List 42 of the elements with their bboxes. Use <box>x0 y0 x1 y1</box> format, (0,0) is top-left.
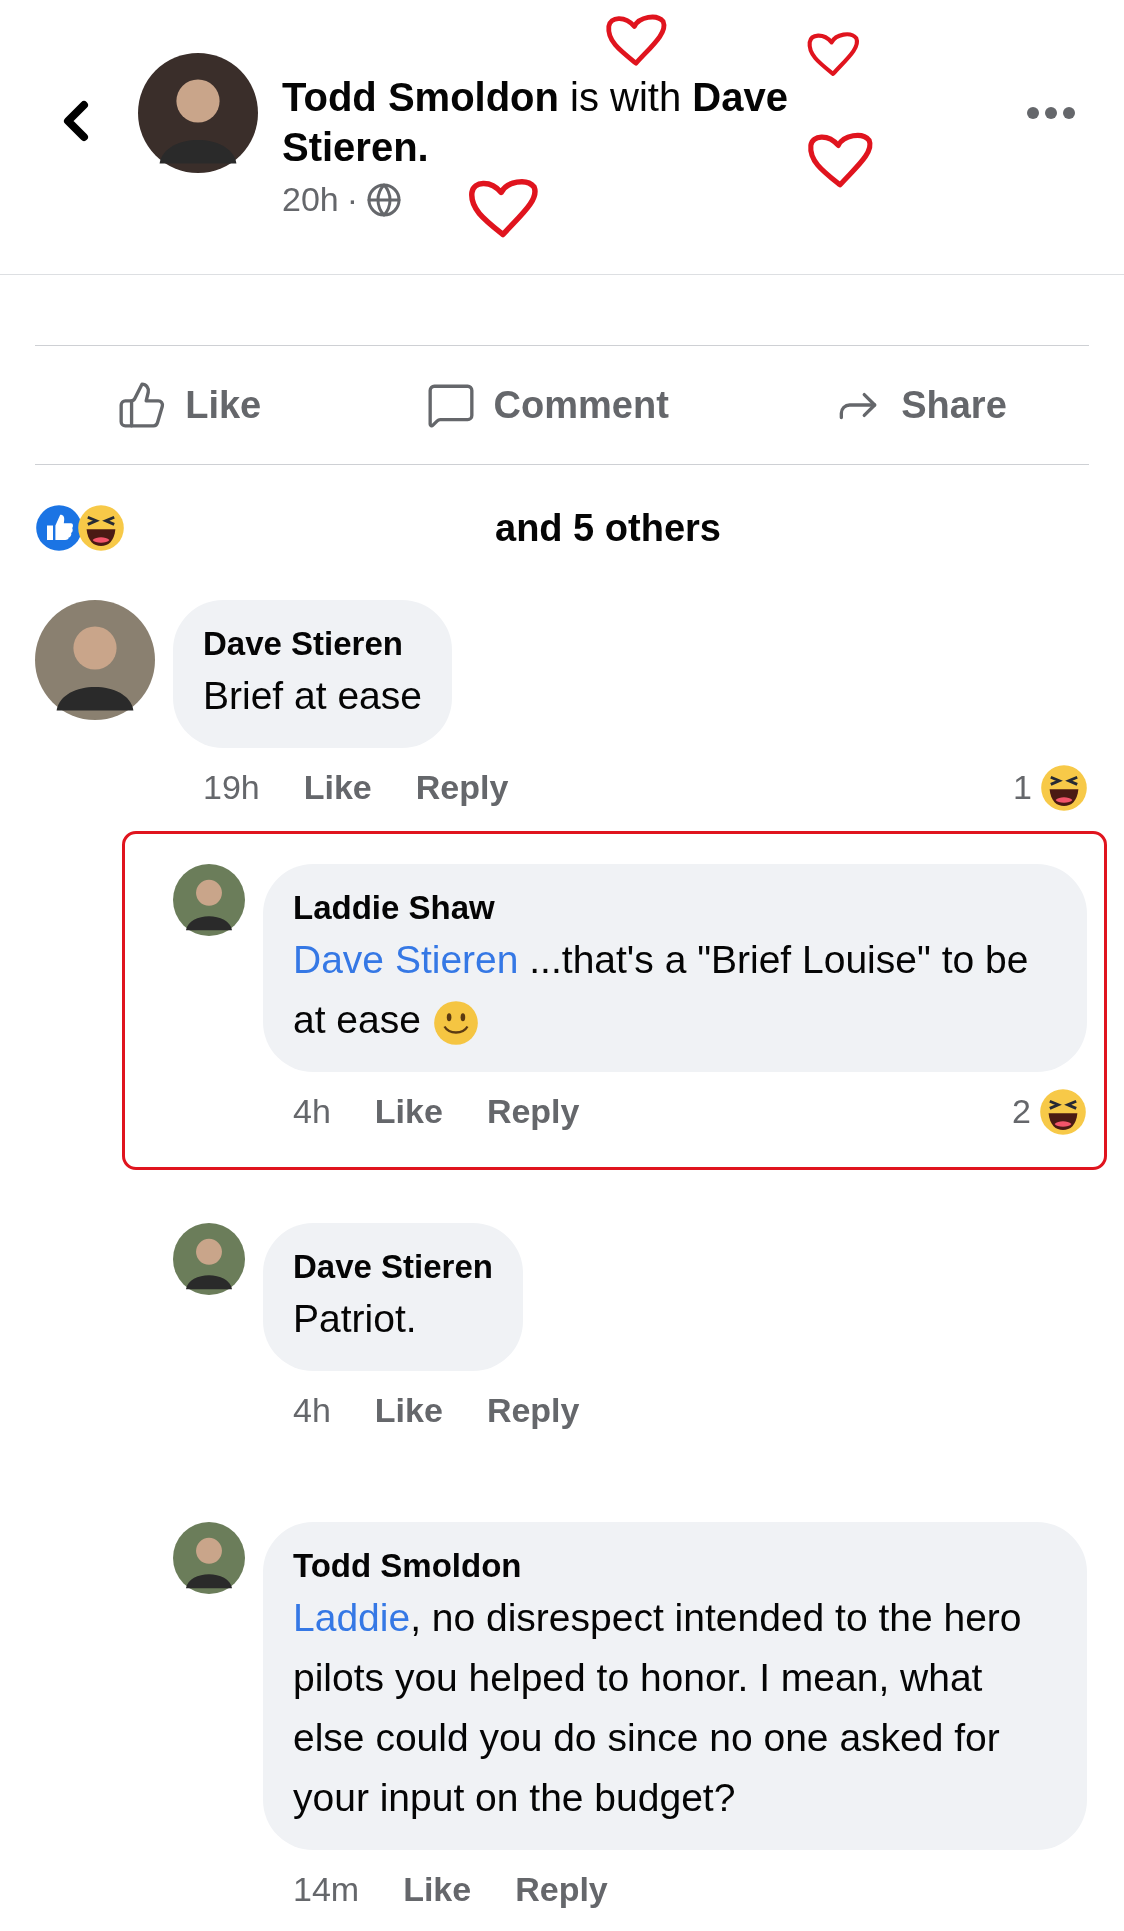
commenter-name[interactable]: Todd Smoldon <box>293 1544 1057 1588</box>
comment-text: Brief at ease <box>203 673 422 719</box>
reaction-count: 2 <box>1012 1091 1031 1132</box>
more-icon[interactable] <box>1026 106 1076 120</box>
commenter-name[interactable]: Dave Stieren <box>203 622 422 666</box>
commenter-name[interactable]: Dave Stieren <box>293 1245 493 1289</box>
reaction-count: 1 <box>1013 767 1032 808</box>
reply-link[interactable]: Reply <box>486 1385 580 1436</box>
avatar[interactable] <box>173 864 245 936</box>
like-reaction-icon <box>35 504 83 552</box>
post-title: Todd Smoldon is with Dave Stieren. <box>282 74 789 171</box>
mention-link[interactable]: Laddie <box>293 1596 411 1639</box>
comment-time: 19h <box>203 767 260 808</box>
reply-link[interactable]: Reply <box>486 1086 580 1137</box>
comment-time: 4h <box>293 1091 331 1132</box>
commenter-name[interactable]: Laddie Shaw <box>293 886 1057 930</box>
comment-text: Laddie, no disrespect intended to the hero pilots you helped to honor. I mean, what else could you do since no one asked for your input on the budget? <box>293 1595 1023 1821</box>
comment-text: Dave Stieren ...that's a "Brief Louise" to be at ease <box>293 930 1057 1050</box>
laughing-emoji-icon <box>1039 1087 1087 1136</box>
comment-time: 14m <box>293 1869 360 1910</box>
comment-time: 4h <box>293 1390 331 1431</box>
reaction-summary[interactable]: and 5 others <box>495 499 721 557</box>
like-link[interactable]: Like <box>403 1864 472 1915</box>
laughing-emoji-icon <box>77 504 125 552</box>
comment-button[interactable]: Comment <box>425 376 669 434</box>
laughing-emoji-icon <box>1040 763 1088 812</box>
separator: · <box>346 179 359 220</box>
globe-icon <box>366 181 403 218</box>
avatar[interactable] <box>138 53 258 173</box>
mention-link[interactable]: Dave Stieren <box>293 938 519 981</box>
reply-link[interactable]: Reply <box>515 1864 608 1915</box>
post-time: 20h <box>282 179 339 220</box>
like-link[interactable]: Like <box>374 1086 443 1137</box>
reply-link[interactable]: Reply <box>415 762 509 813</box>
like-link[interactable]: Like <box>303 762 372 813</box>
avatar[interactable] <box>173 1223 245 1295</box>
share-button[interactable]: Share <box>833 376 1007 434</box>
avatar[interactable] <box>35 600 155 720</box>
comment-text: Patriot. <box>293 1296 418 1342</box>
like-button[interactable]: Like <box>117 376 262 434</box>
avatar[interactable] <box>173 1522 245 1594</box>
like-link[interactable]: Like <box>374 1385 443 1436</box>
